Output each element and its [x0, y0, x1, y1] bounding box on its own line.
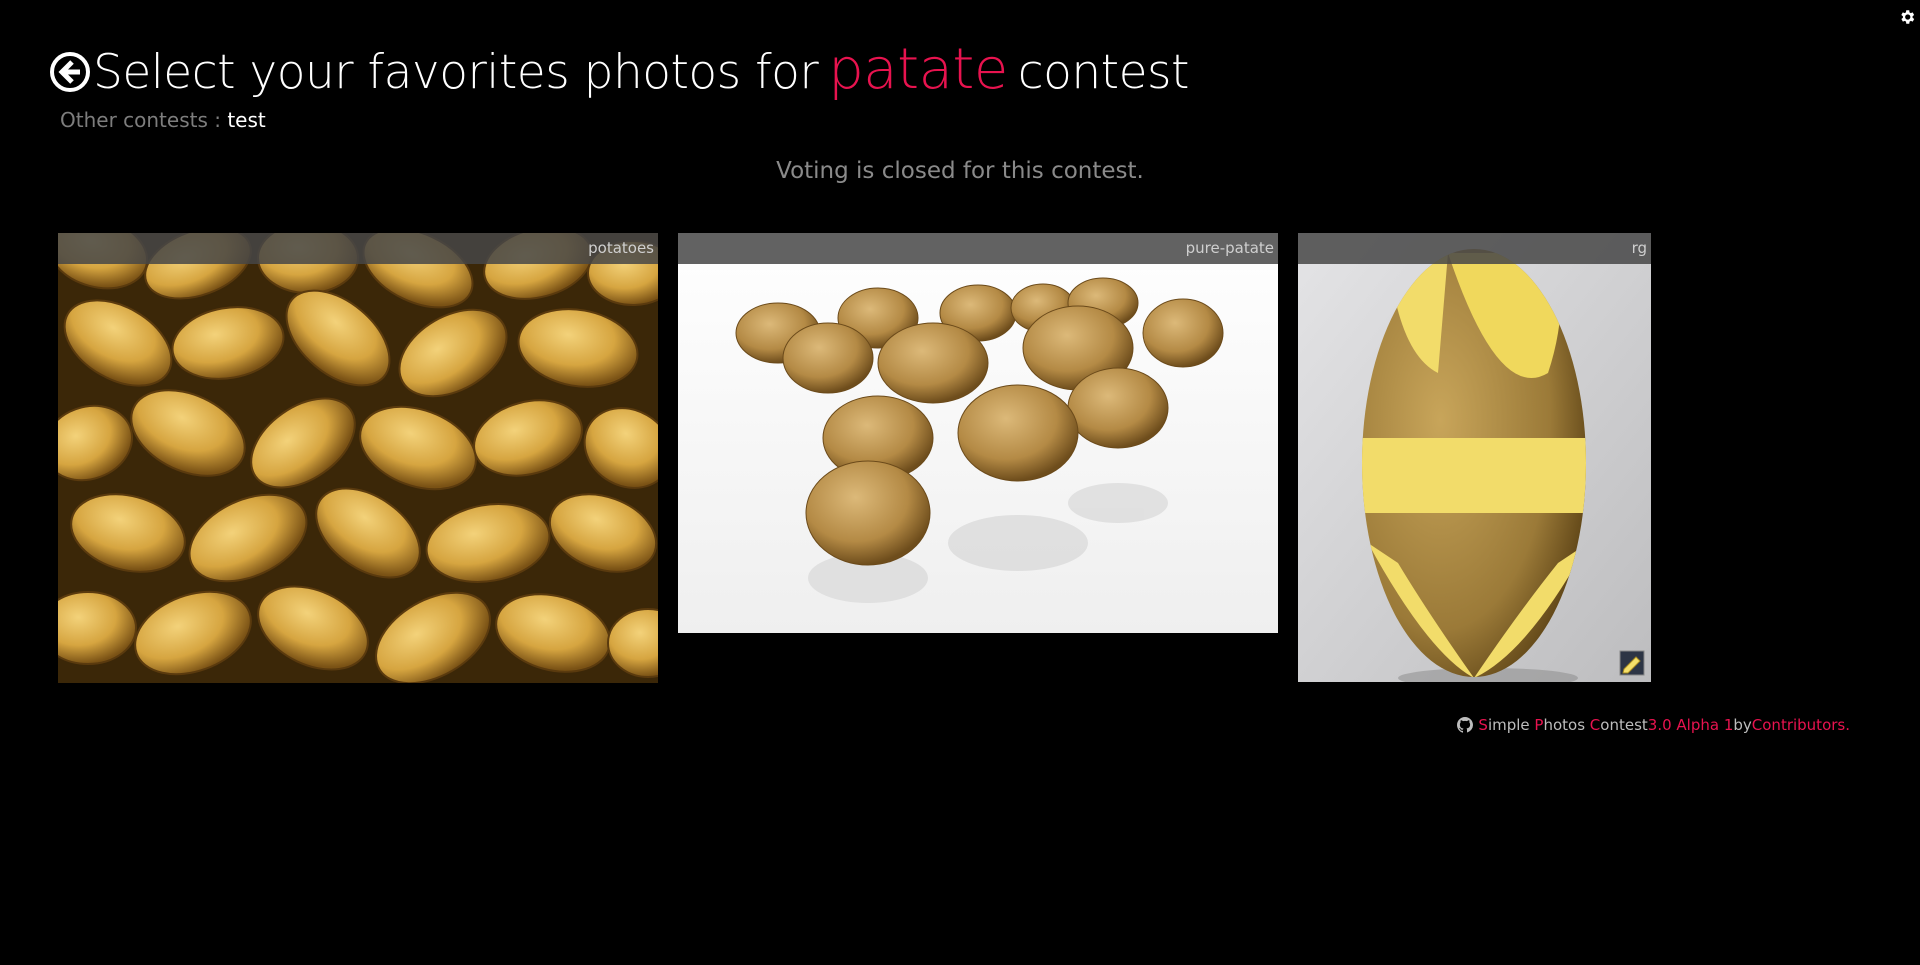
footer: Simple Photos Contest 3.0 Alpha 1 by Con… — [1457, 716, 1850, 734]
photo-card-potatoes[interactable]: potatoes — [58, 233, 658, 683]
gear-icon[interactable] — [1898, 8, 1916, 26]
circle-arrow-left-icon[interactable] — [50, 51, 90, 92]
contributors-link[interactable]: Contributors. — [1752, 716, 1850, 734]
title-prefix: Select your favorites photos for — [93, 45, 819, 100]
photo-caption: pure-patate — [678, 233, 1278, 264]
photo-card-pure-patate[interactable]: pure-patate — [678, 233, 1278, 633]
github-icon[interactable] — [1457, 717, 1474, 733]
footer-letter-s: S — [1478, 716, 1488, 734]
photo-caption: potatoes — [58, 233, 658, 264]
footer-text-by: by — [1733, 716, 1752, 734]
contest-link-test[interactable]: test — [227, 108, 265, 132]
footer-text-hotos: hotos — [1543, 716, 1590, 734]
page-header: Select your favorites photos for patate co… — [50, 40, 1189, 103]
project-link[interactable]: Simple Photos Contest — [1478, 716, 1647, 734]
contest-name: patate — [828, 37, 1008, 102]
photo-image — [58, 233, 658, 683]
photo-caption: rg — [1298, 233, 1651, 264]
version-link[interactable]: 3.0 Alpha 1 — [1648, 716, 1734, 734]
other-contests-label: Other contests : — [60, 108, 221, 132]
photo-card-rg[interactable]: rg — [1298, 233, 1651, 682]
edit-pencil-icon[interactable] — [1619, 650, 1645, 676]
footer-text-ontest: ontest — [1600, 716, 1648, 734]
other-contests: Other contests : test — [60, 108, 266, 132]
photo-image — [1298, 233, 1651, 682]
photo-image — [678, 233, 1278, 633]
footer-text-imple: imple — [1487, 716, 1535, 734]
title-suffix: contest — [1017, 45, 1190, 100]
voting-closed-message: Voting is closed for this contest. — [776, 158, 1144, 184]
page-title: Select your favorites photos for patate co… — [93, 40, 1189, 103]
footer-letter-c: C — [1589, 716, 1601, 734]
